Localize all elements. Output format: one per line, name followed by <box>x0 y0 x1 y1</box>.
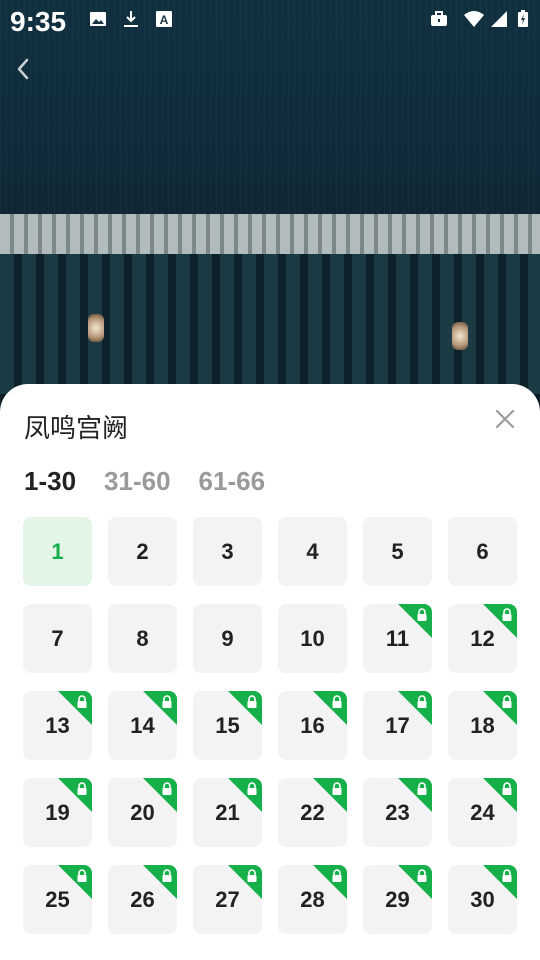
lock-icon <box>483 865 517 899</box>
episode-range-tabs: 1-30 31-60 61-66 <box>24 466 265 500</box>
episode-2-button[interactable]: 2 <box>108 517 177 586</box>
episode-14-button[interactable]: 14 <box>108 691 177 760</box>
episode-24-button[interactable]: 24 <box>448 778 517 847</box>
episode-13-button[interactable]: 13 <box>23 691 92 760</box>
episode-number: 5 <box>391 538 404 564</box>
briefcase-icon <box>431 11 447 26</box>
episode-12-button[interactable]: 12 <box>448 604 517 673</box>
episode-29-button[interactable]: 29 <box>363 865 432 934</box>
lock-icon <box>313 691 347 725</box>
lock-icon <box>58 691 92 725</box>
lock-icon <box>313 865 347 899</box>
episode-4-button[interactable]: 4 <box>278 517 347 586</box>
episode-1-button[interactable]: 1 <box>23 517 92 586</box>
lock-icon <box>228 865 262 899</box>
lock-icon <box>483 604 517 638</box>
lock-icon <box>58 865 92 899</box>
episode-number: 8 <box>136 625 149 651</box>
close-icon[interactable] <box>494 408 516 430</box>
palace-roof-tiles <box>0 214 540 254</box>
wifi-icon <box>464 11 484 27</box>
signal-icon <box>491 11 507 27</box>
episode-27-button[interactable]: 27 <box>193 865 262 934</box>
episode-18-button[interactable]: 18 <box>448 691 517 760</box>
download-icon <box>124 11 138 27</box>
tab-31-60[interactable]: 31-60 <box>104 466 171 500</box>
tab-1-30[interactable]: 1-30 <box>24 466 76 500</box>
episode-11-button[interactable]: 11 <box>363 604 432 673</box>
status-bar: 9:35 A <box>0 0 540 44</box>
lantern-left <box>88 314 104 342</box>
image-icon <box>90 12 106 26</box>
episode-8-button[interactable]: 8 <box>108 604 177 673</box>
episode-26-button[interactable]: 26 <box>108 865 177 934</box>
lock-icon <box>398 865 432 899</box>
episode-16-button[interactable]: 16 <box>278 691 347 760</box>
battery-icon <box>518 10 528 27</box>
episode-number: 3 <box>221 538 234 564</box>
lantern-right <box>452 322 468 350</box>
text-a-icon: A <box>156 11 172 27</box>
lock-icon <box>398 691 432 725</box>
lock-icon <box>143 778 177 812</box>
episode-21-button[interactable]: 21 <box>193 778 262 847</box>
lock-icon <box>483 778 517 812</box>
drama-title: 凤鸣宫阙 <box>24 413 129 443</box>
lock-icon <box>228 778 262 812</box>
lock-icon <box>143 691 177 725</box>
episode-number: 4 <box>306 538 319 564</box>
lock-icon <box>398 604 432 638</box>
episode-sheet: 凤鸣宫阙 1-30 31-60 61-66 1 2 3 4 5 6 7 8 9 10 11 12 13 1… <box>0 384 540 960</box>
episode-10-button[interactable]: 10 <box>278 604 347 673</box>
lock-icon <box>398 778 432 812</box>
episode-20-button[interactable]: 20 <box>108 778 177 847</box>
episode-number: 9 <box>221 625 234 651</box>
episode-3-button[interactable]: 3 <box>193 517 262 586</box>
episode-number: 2 <box>136 538 149 564</box>
status-time: 9:35 <box>10 6 67 37</box>
episode-25-button[interactable]: 25 <box>23 865 92 934</box>
episode-22-button[interactable]: 22 <box>278 778 347 847</box>
episode-17-button[interactable]: 17 <box>363 691 432 760</box>
episode-number: 1 <box>51 538 64 564</box>
episode-7-button[interactable]: 7 <box>23 604 92 673</box>
episode-19-button[interactable]: 19 <box>23 778 92 847</box>
episode-5-button[interactable]: 5 <box>363 517 432 586</box>
episode-23-button[interactable]: 23 <box>363 778 432 847</box>
episode-6-button[interactable]: 6 <box>448 517 517 586</box>
video-player[interactable] <box>0 0 540 420</box>
lock-icon <box>58 778 92 812</box>
episode-grid: 1 2 3 4 5 6 7 8 9 10 11 12 13 14 15 16 17 18 19 20 21 22 23 24 2… <box>23 517 518 934</box>
lock-icon <box>313 778 347 812</box>
episode-9-button[interactable]: 9 <box>193 604 262 673</box>
episode-number: 6 <box>476 538 489 564</box>
episode-15-button[interactable]: 15 <box>193 691 262 760</box>
episode-28-button[interactable]: 28 <box>278 865 347 934</box>
lock-icon <box>228 691 262 725</box>
tab-61-66[interactable]: 61-66 <box>199 466 266 500</box>
chevron-left-icon[interactable] <box>12 56 36 82</box>
episode-number: 7 <box>51 625 64 651</box>
lock-icon <box>483 691 517 725</box>
episode-number: 10 <box>300 625 325 651</box>
episode-30-button[interactable]: 30 <box>448 865 517 934</box>
svg-text:A: A <box>160 13 169 27</box>
lock-icon <box>143 865 177 899</box>
